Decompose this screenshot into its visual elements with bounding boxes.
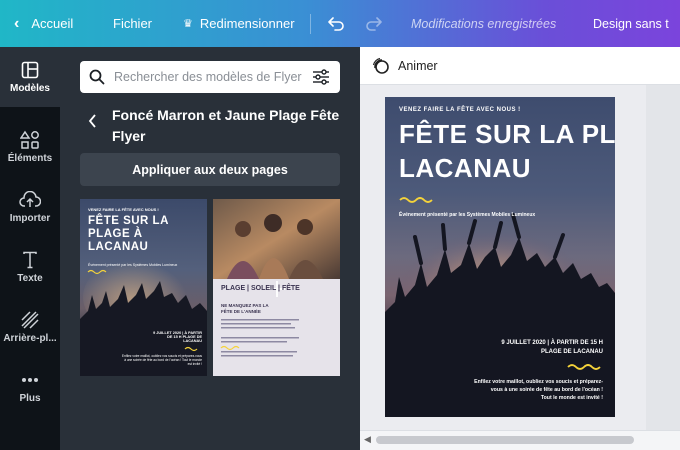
nav-item-text[interactable]: Texte	[0, 237, 60, 297]
upload-icon	[19, 190, 41, 210]
flyer-body-line3: Tout le monde est invité !	[540, 395, 603, 401]
animate-icon[interactable]	[372, 57, 390, 75]
nav-label: Arrière-pl...	[3, 333, 57, 344]
text-icon	[22, 250, 38, 270]
nav-item-elements[interactable]: Éléments	[0, 117, 60, 177]
template-thumbnail-page-2[interactable]: PLAGE | SOLEIL | FÊTE NE MANQUEZ PAS LA …	[213, 199, 340, 376]
thumb1-date: 9 JUILLET 2020 | À PARTIR DE 15 H PLAGE …	[153, 331, 202, 343]
template-search-box[interactable]: Rechercher des modèles de Flyer (	[80, 61, 340, 93]
back-chevron-icon[interactable]	[88, 113, 97, 134]
redo-button[interactable]	[355, 0, 393, 47]
thumbnail-2-text-lines	[220, 319, 299, 357]
background-icon	[21, 310, 39, 330]
nav-item-upload[interactable]: Importer	[0, 177, 60, 237]
thumb1-small-text: VENEZ FAIRE LA FÊTE AVEC NOUS !	[88, 207, 159, 212]
apply-both-pages-button[interactable]: Appliquer aux deux pages	[80, 153, 340, 186]
nav-item-templates[interactable]: Modèles	[0, 47, 60, 107]
nav-label: Plus	[19, 393, 41, 404]
crown-icon: ♛	[183, 18, 193, 30]
flyer-presenter: Événement présenté par les Systèmes Mobi…	[399, 212, 536, 218]
resize-label: Redimensionner	[199, 16, 295, 31]
search-icon	[80, 69, 114, 85]
nav-label: Texte	[17, 273, 43, 284]
save-status: Modifications enregistrées	[411, 16, 557, 31]
flyer-page[interactable]: VENEZ FAIRE LA FÊTE AVEC NOUS ! FÊTE SUR…	[385, 97, 615, 417]
thumb2-title: PLAGE | SOLEIL | FÊTE	[221, 285, 300, 292]
flyer-body-line1: Enfilez votre maillot, oubliez vos souci…	[474, 379, 603, 385]
search-input[interactable]: Rechercher des modèles de Flyer (	[114, 70, 304, 84]
back-home-label: Accueil	[31, 16, 74, 31]
flyer-title-line2: LACANAU	[399, 153, 532, 183]
file-menu-button[interactable]: Fichier	[96, 0, 166, 47]
toolbar-divider	[310, 13, 311, 34]
flyer-title-line1: FÊTE SUR LA PLAGE À	[399, 119, 615, 149]
nav-item-more[interactable]: Plus	[0, 357, 60, 417]
filter-icon[interactable]	[304, 69, 338, 85]
thumb2-subtitle: NE MANQUEZ PAS LA FÊTE DE L'ANNÉE	[221, 303, 269, 314]
flyer-date-line2: PLAGE DE LACANAU	[540, 349, 603, 355]
flyer-date-line1: 9 JUILLET 2020 | À PARTIR DE 15 H	[501, 340, 603, 346]
flyer-tagline: VENEZ FAIRE LA FÊTE AVEC NOUS !	[399, 107, 521, 113]
back-home-button[interactable]: ‹ Accueil	[0, 0, 96, 47]
horizontal-scrollbar[interactable]: ◀	[360, 430, 680, 450]
scroll-left-icon[interactable]: ◀	[364, 434, 371, 445]
animate-toolbar: Animer	[360, 47, 680, 85]
flyer-squiggle-bottom	[567, 364, 601, 370]
nav-item-background[interactable]: Arrière-pl...	[0, 297, 60, 357]
template-thumbnail-page-1[interactable]: VENEZ FAIRE LA FÊTE AVEC NOUS ! FÊTE SUR…	[80, 199, 207, 376]
undo-button[interactable]	[317, 0, 355, 47]
nav-label: Éléments	[7, 153, 53, 164]
animate-button[interactable]: Animer	[398, 59, 438, 73]
chevron-left-icon: ‹	[14, 14, 20, 32]
templates-panel: Rechercher des modèles de Flyer ( Foncé …	[60, 47, 360, 450]
more-icon	[21, 370, 39, 390]
thumb1-subtitle: Événement présenté par les Systèmes Mobi…	[88, 263, 178, 267]
scrollbar-thumb[interactable]	[376, 436, 634, 444]
resize-button[interactable]: ♛ Redimensionner	[166, 0, 310, 47]
thumb1-title: FÊTE SUR LA PLAGE À LACANAU	[88, 215, 169, 253]
flyer-body-line2: vous à une soirée de fête au bord de l'o…	[490, 387, 603, 393]
flyer-squiggle-top	[399, 197, 433, 203]
canvas-side-area	[646, 85, 680, 430]
layout-icon	[21, 60, 39, 80]
undo-icon	[328, 16, 344, 31]
nav-label: Modèles	[9, 83, 50, 94]
shapes-icon	[20, 130, 40, 150]
thumbnail-2-photo	[213, 199, 340, 299]
thumb1-body: Enfilez votre maillot, oubliez vos souci…	[121, 354, 202, 366]
design-title[interactable]: Design sans t	[593, 0, 669, 47]
template-title: Foncé Marron et Jaune Plage Fête Flyer	[112, 107, 340, 144]
left-navigation: Modèles Éléments Importer Texte Arrière-…	[0, 47, 60, 450]
file-menu-label: Fichier	[113, 16, 153, 31]
top-bar: ‹ Accueil Fichier ♛ Redimensionner Modif…	[0, 0, 680, 47]
redo-icon	[366, 16, 382, 31]
nav-label: Importer	[9, 213, 51, 224]
